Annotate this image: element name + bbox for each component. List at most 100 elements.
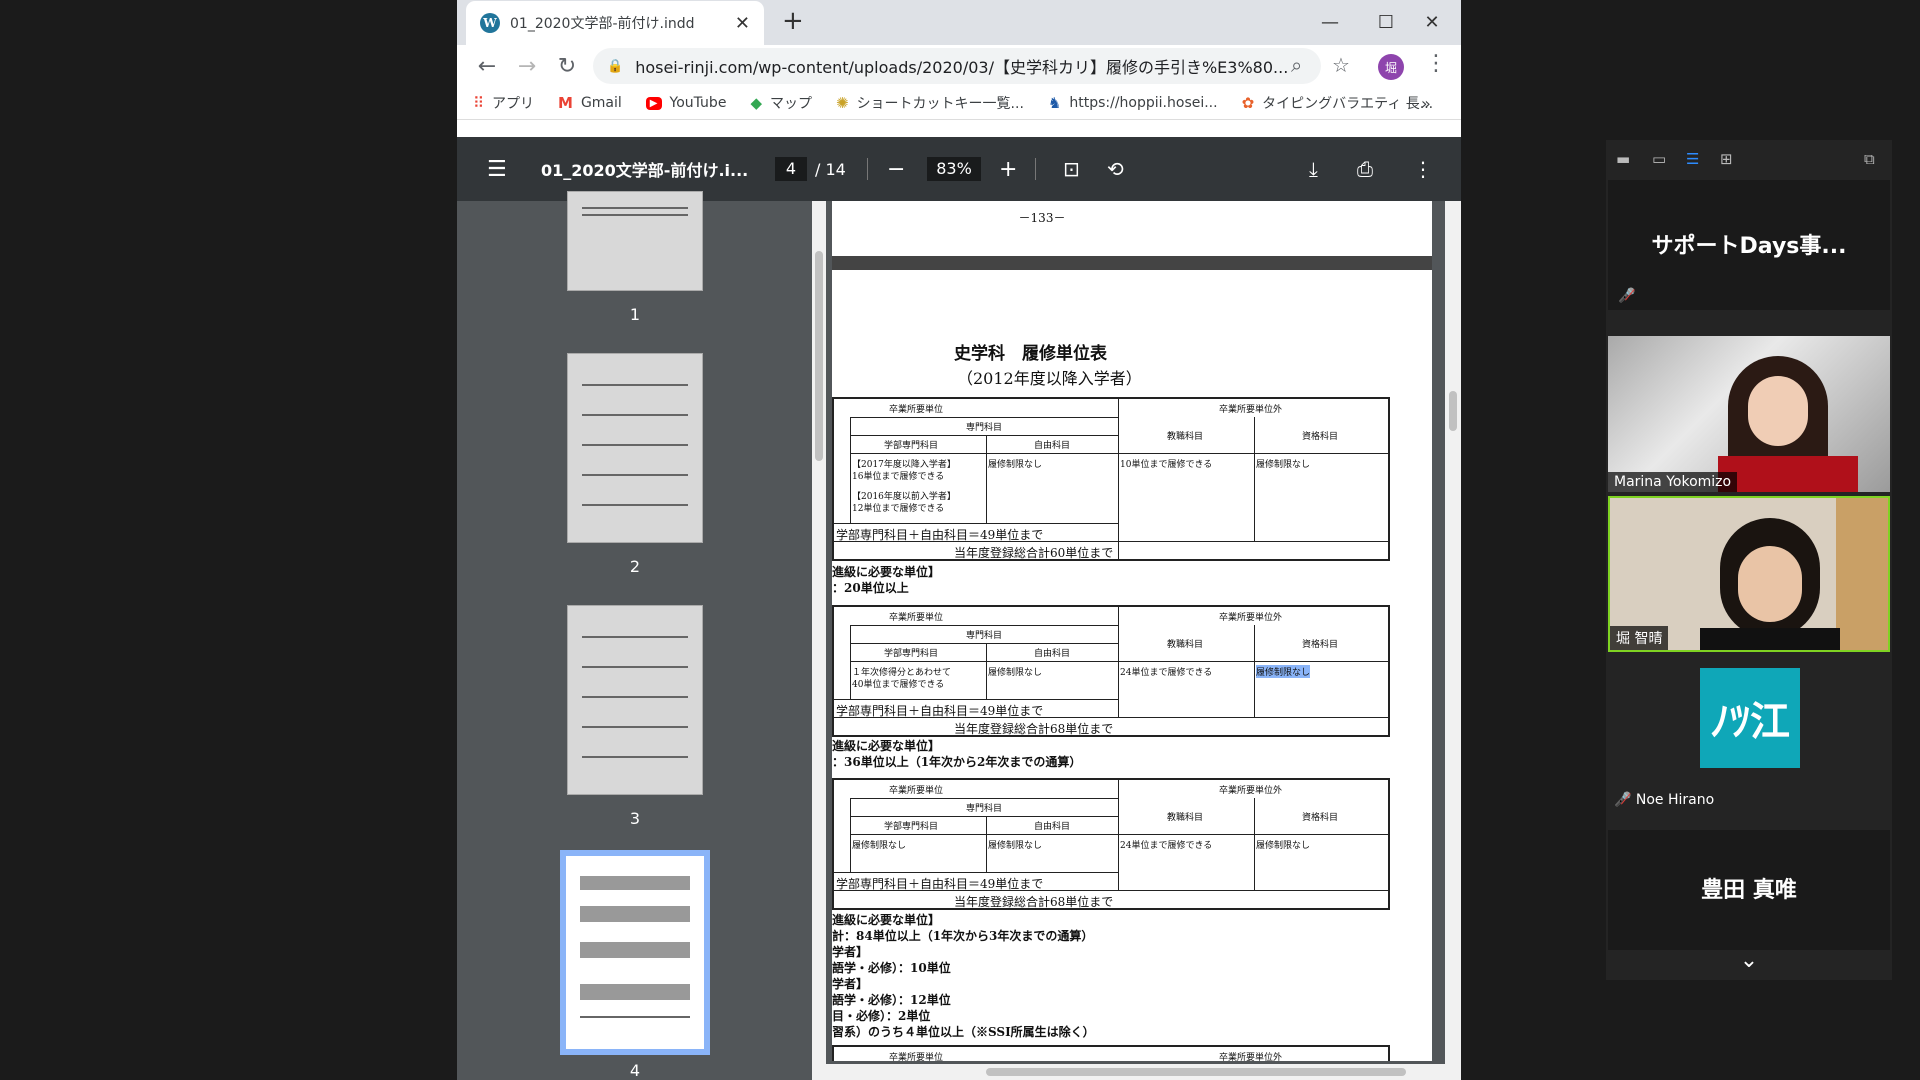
cell-text: 履修制限なし — [1256, 460, 1311, 470]
chrome-menu-icon[interactable]: ⋮ — [1425, 51, 1447, 76]
browser-window: W 01_2020文学部-前付け.indd ✕ + — ☐ ✕ ← → ↻ 🔒 … — [457, 0, 1461, 1080]
zoom-level-input[interactable]: 83% — [927, 157, 981, 181]
screen-share-tile[interactable]: サポートDays事... 🎤̸ — [1608, 180, 1890, 310]
table-header: 教職科目 — [1167, 432, 1204, 442]
gmail-icon: M — [558, 94, 573, 112]
thumbnail-label: 1 — [629, 305, 641, 324]
participant-logo: ﾉﾂ江 — [1700, 668, 1800, 768]
toolbar-divider — [867, 158, 868, 180]
cell-text: 履修制限なし — [852, 841, 907, 851]
sum-line: 学部専門科目＋自由科目＝49単位まで — [836, 877, 1044, 891]
forward-icon[interactable]: → — [507, 54, 547, 79]
new-tab-button[interactable]: + — [782, 6, 804, 36]
bookmark-gmail[interactable]: M Gmail — [558, 94, 622, 112]
hoppii-icon: ♞ — [1047, 94, 1062, 112]
cell-text: 12単位まで履修できる — [852, 504, 945, 514]
url-text: hosei-rinji.com/wp-content/uploads/2020/… — [635, 58, 1289, 77]
back-icon[interactable]: ← — [467, 54, 507, 79]
page-subtitle: （2012年度以降入学者） — [957, 369, 1142, 388]
requirement-text: ：36単位以上（1年次から2年次までの通算） — [832, 755, 1082, 769]
table-header: 卒業所要単位外 — [1219, 1053, 1283, 1061]
page-title: 史学科 履修単位表 — [954, 344, 1107, 364]
close-window-button[interactable]: ✕ — [1404, 0, 1460, 45]
participant-face — [1738, 546, 1802, 622]
table-header: 学部専門科目 — [884, 441, 939, 451]
participant-face — [1748, 376, 1808, 446]
table-header: 資格科目 — [1302, 432, 1339, 442]
minimize-icon[interactable]: ▬ — [1616, 150, 1630, 168]
minimize-button[interactable]: — — [1302, 0, 1358, 45]
speaker-view-icon[interactable]: ▭ — [1652, 150, 1666, 168]
bookmark-shortcut[interactable]: ✺ ショートカットキー一覧... — [836, 93, 1024, 113]
table-header: 卒業所要単位外 — [1219, 786, 1283, 796]
fit-page-icon[interactable]: ⊡ — [1063, 157, 1080, 181]
bookmarks-bar: ⠿ アプリ M Gmail ▶ YouTube ◆ マップ ✺ ショートカットキー一覧..… — [457, 87, 1461, 120]
selected-cell-text[interactable]: 履修制限なし — [1256, 665, 1311, 678]
cell-text: 履修制限なし — [988, 668, 1043, 678]
bookmark-label: アプリ — [492, 96, 534, 112]
thumbnail-page-2[interactable] — [567, 353, 703, 543]
apps-icon: ⠿ — [473, 94, 484, 112]
profile-avatar[interactable]: 堀 — [1378, 54, 1404, 80]
maps-icon: ◆ — [750, 94, 762, 112]
reload-icon[interactable]: ↻ — [547, 54, 587, 79]
toolbar-divider — [1035, 158, 1036, 180]
gallery-view-icon[interactable]: ⊞ — [1720, 150, 1733, 168]
thumbnail-page-4[interactable] — [560, 850, 710, 1055]
left-scrollbar[interactable] — [812, 201, 826, 1080]
horizontal-scrollbar[interactable] — [826, 1064, 1445, 1080]
address-bar[interactable]: 🔒 hosei-rinji.com/wp-content/uploads/202… — [593, 48, 1321, 84]
table-header: 専門科目 — [966, 631, 1003, 641]
browser-tab[interactable]: W 01_2020文学部-前付け.indd ✕ — [466, 1, 764, 45]
participant-tile[interactable]: Marina Yokomizo — [1608, 336, 1890, 492]
sum-line: 学部専門科目＋自由科目＝49単位まで — [836, 704, 1044, 718]
zoom-in-button[interactable]: + — [999, 157, 1017, 182]
table-header: 資格科目 — [1302, 640, 1339, 650]
participant-clothing — [1700, 628, 1840, 650]
bookmark-apps[interactable]: ⠿ アプリ — [473, 93, 534, 113]
thumbnail-page-3[interactable] — [567, 605, 703, 795]
more-options-icon[interactable]: ⋮ — [1413, 157, 1433, 181]
requirement-text: 進級に必要な単位】 — [832, 565, 941, 579]
zoom-participant-panel: ▬ ▭ ☰ ⊞ ⧉ サポートDays事... 🎤̸ Marina Yokomiz… — [1606, 140, 1892, 980]
zoom-out-button[interactable]: − — [887, 157, 905, 182]
zoom-lens-icon[interactable]: ⌕ — [1291, 53, 1302, 77]
pop-out-icon[interactable]: ⧉ — [1864, 150, 1875, 168]
close-tab-icon[interactable]: ✕ — [735, 13, 750, 34]
table-header: 卒業所要単位 — [889, 1053, 944, 1061]
participant-tile-active-speaker[interactable]: 堀 智晴 — [1608, 496, 1890, 652]
bookmark-maps[interactable]: ◆ マップ — [750, 93, 812, 113]
screen-share-title: サポートDays事... — [1651, 234, 1847, 259]
bookmarks-overflow-icon[interactable]: » — [1421, 94, 1431, 113]
bookmark-label: マップ — [769, 96, 812, 112]
thumbnail-page-1[interactable] — [567, 191, 703, 291]
rotate-icon[interactable]: ⟲ — [1107, 157, 1124, 181]
bookmark-label: https://hoppii.hosei... — [1069, 95, 1218, 111]
credit-table-1: 卒業所要単位 卒業所要単位外 専門科目 学部専門科目 自由科目 教職科目 資格科… — [832, 397, 1390, 561]
sum-line: 学部専門科目＋自由科目＝49単位まで — [836, 528, 1044, 542]
cell-text: 履修制限なし — [1256, 841, 1311, 851]
credit-table-2: 卒業所要単位 卒業所要単位外 専門科目 学部専門科目 自由科目 教職科目 資格科… — [832, 605, 1390, 737]
shortcut-icon: ✺ — [835, 94, 849, 112]
print-icon[interactable]: ⎙ — [1357, 157, 1373, 181]
chevron-down-icon[interactable]: ⌄ — [1606, 948, 1892, 973]
youtube-icon: ▶ — [645, 96, 662, 110]
page-number-input[interactable]: 4 — [775, 157, 807, 181]
hamburger-menu-icon[interactable]: ☰ — [487, 157, 507, 182]
download-icon[interactable]: ⤓ — [1309, 157, 1318, 181]
participant-tile[interactable]: ﾉﾂ江 🎤̸ Noe Hirano — [1608, 662, 1890, 818]
participant-name: Marina Yokomizo — [1608, 472, 1738, 492]
right-scrollbar[interactable] — [1445, 201, 1461, 1080]
participant-tile[interactable]: 豊田 真唯 — [1608, 830, 1890, 950]
bookmark-typing[interactable]: ✿ タイピングバラエティ 長... — [1242, 93, 1434, 113]
bookmark-star-icon[interactable]: ☆ — [1332, 53, 1350, 77]
bookmark-youtube[interactable]: ▶ YouTube — [645, 95, 726, 111]
credit-table-4: 卒業所要単位 卒業所要単位外 — [832, 1045, 1390, 1061]
bookmark-hoppii[interactable]: ♞ https://hoppii.hosei... — [1048, 94, 1218, 112]
strip-view-icon[interactable]: ☰ — [1686, 150, 1699, 168]
pdf-document-title: 01_2020文学部-前付け.i... — [541, 161, 749, 180]
typing-icon: ✿ — [1241, 94, 1255, 112]
requirement-text: 習系）のうち４単位以上（※SSI所属生は除く） — [832, 1025, 1095, 1039]
address-toolbar: ← → ↻ 🔒 hosei-rinji.com/wp-content/uploa… — [457, 45, 1461, 87]
requirement-text: 進級に必要な単位】 — [832, 913, 941, 927]
